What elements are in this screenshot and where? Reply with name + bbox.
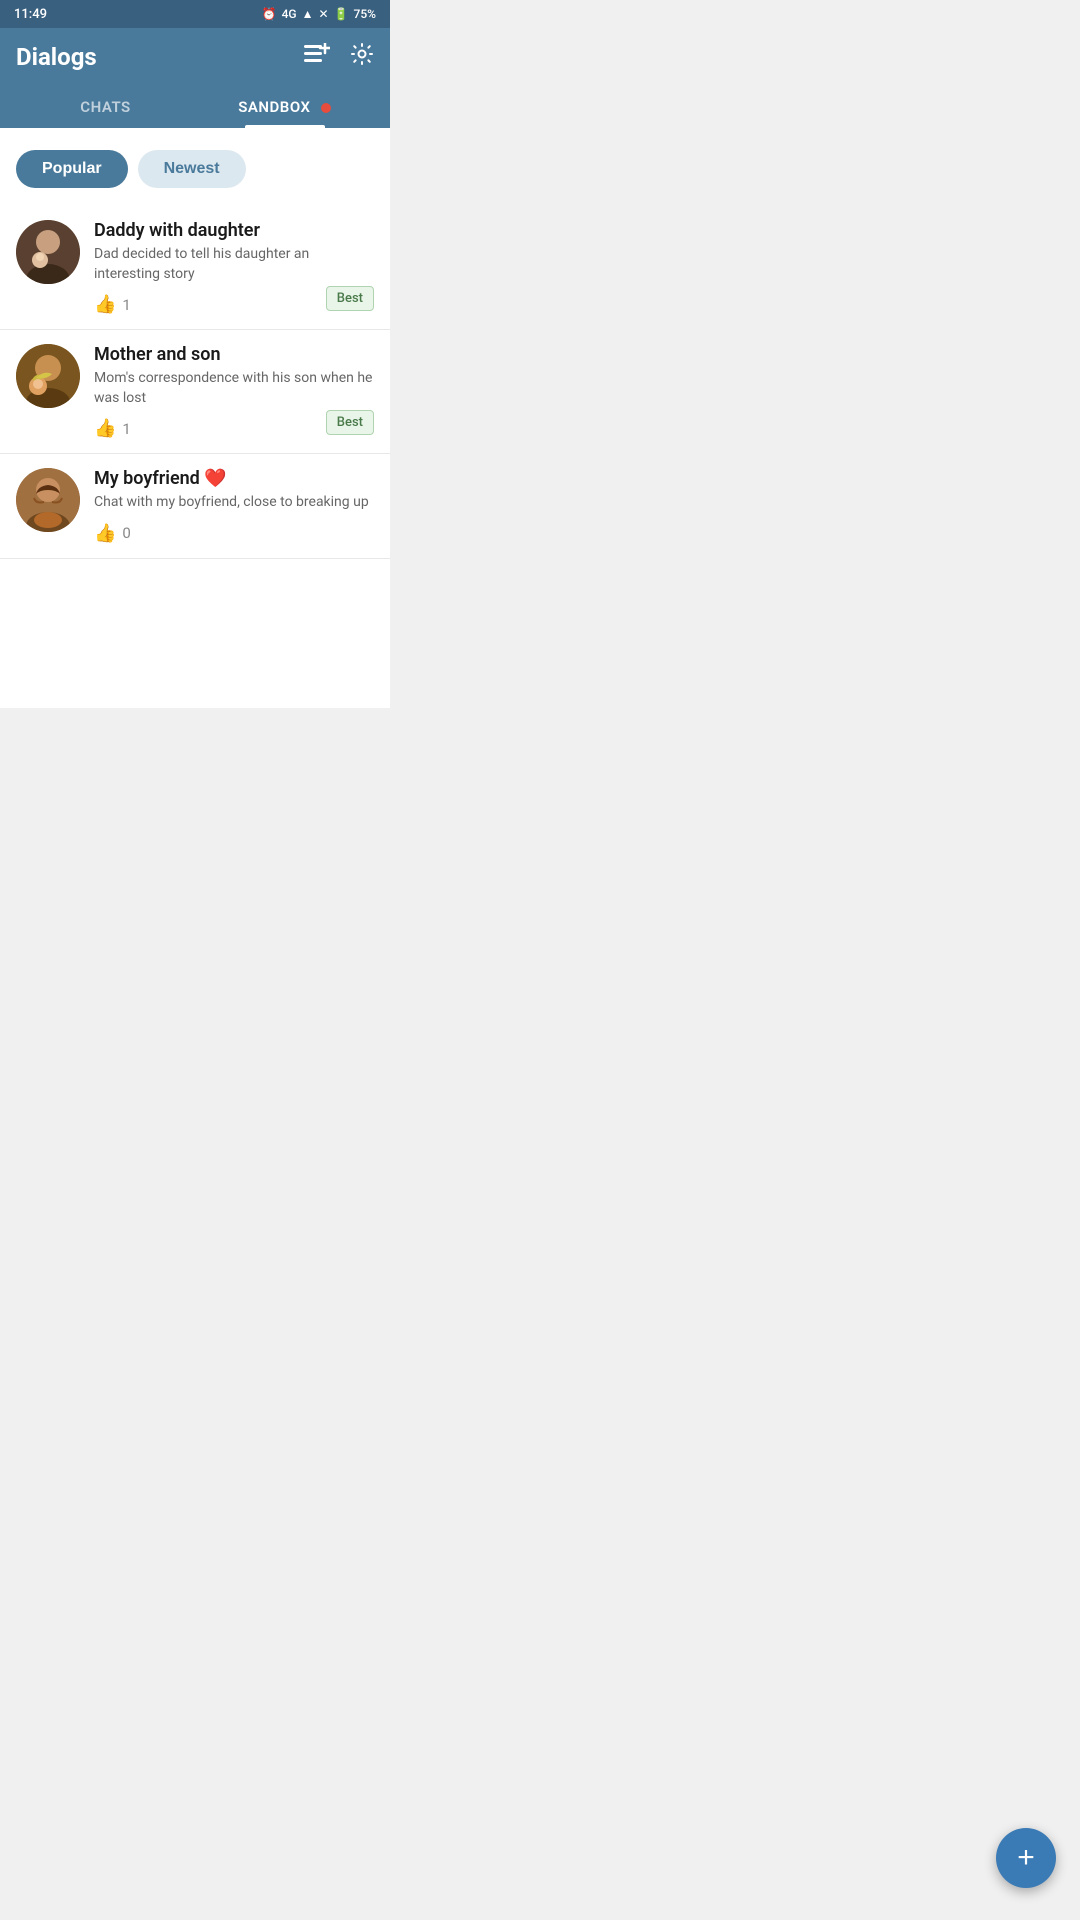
signal-icon: ▲: [302, 7, 314, 21]
network-type: 4G: [282, 7, 297, 21]
like-icon-boyfriend[interactable]: 👍: [94, 523, 116, 544]
chat-title-daddy-daughter: Daddy with daughter: [94, 220, 374, 241]
settings-icon[interactable]: [350, 42, 374, 72]
avatar-daddy-daughter: [16, 220, 80, 284]
like-count-boyfriend: 0: [122, 524, 130, 542]
content-area: Popular Newest Daddy with daughter Dad d…: [0, 128, 390, 708]
battery-icon: 🔋: [334, 7, 349, 21]
chat-title-boyfriend: My boyfriend ❤️: [94, 468, 374, 489]
avatar-mother-son: [16, 344, 80, 408]
filter-newest-button[interactable]: Newest: [138, 150, 246, 188]
chat-item-daddy-daughter[interactable]: Daddy with daughter Dad decided to tell …: [0, 206, 390, 330]
chat-desc-daddy-daughter: Dad decided to tell his daughter an inte…: [94, 245, 374, 284]
chat-item-boyfriend[interactable]: My boyfriend ❤️ Chat with my boyfriend, …: [0, 454, 390, 559]
alarm-icon: ⏰: [262, 7, 277, 21]
signal-x-icon: ✕: [319, 7, 329, 21]
chat-desc-boyfriend: Chat with my boyfriend, close to breakin…: [94, 493, 374, 513]
page-title: Dialogs: [16, 43, 97, 71]
like-icon-daddy-daughter[interactable]: 👍: [94, 294, 116, 315]
chat-item-mother-son[interactable]: Mother and son Mom's correspondence with…: [0, 330, 390, 454]
chat-desc-mother-son: Mom's correspondence with his son when h…: [94, 369, 374, 408]
app-header: Dialogs CHATS: [0, 28, 390, 128]
filter-popular-button[interactable]: Popular: [16, 150, 128, 188]
battery-percent: 75%: [354, 7, 376, 21]
tab-sandbox[interactable]: SANDBOX: [195, 88, 374, 128]
header-actions: [304, 42, 374, 72]
new-chat-icon[interactable]: [304, 43, 330, 71]
tab-chats[interactable]: CHATS: [16, 88, 195, 128]
status-bar: 11:49 ⏰ 4G ▲ ✕ 🔋 75%: [0, 0, 390, 28]
new-chat-fab[interactable]: +: [996, 1828, 1056, 1888]
chat-meta-boyfriend: 👍 0: [94, 523, 374, 544]
avatar-boyfriend: [16, 468, 80, 532]
like-count-mother-son: 1: [122, 420, 130, 438]
best-badge-mother-son: Best: [326, 410, 374, 435]
chat-title-mother-son: Mother and son: [94, 344, 374, 365]
best-badge-daddy-daughter: Best: [326, 286, 374, 311]
like-count-daddy-daughter: 1: [122, 296, 130, 314]
chat-info-boyfriend: My boyfriend ❤️ Chat with my boyfriend, …: [94, 468, 374, 544]
status-time: 11:49: [14, 7, 47, 22]
status-right: ⏰ 4G ▲ ✕ 🔋 75%: [262, 7, 376, 21]
like-icon-mother-son[interactable]: 👍: [94, 418, 116, 439]
filter-row: Popular Newest: [0, 144, 390, 206]
tab-bar: CHATS SANDBOX: [16, 88, 374, 128]
sandbox-notification-dot: [321, 103, 331, 113]
